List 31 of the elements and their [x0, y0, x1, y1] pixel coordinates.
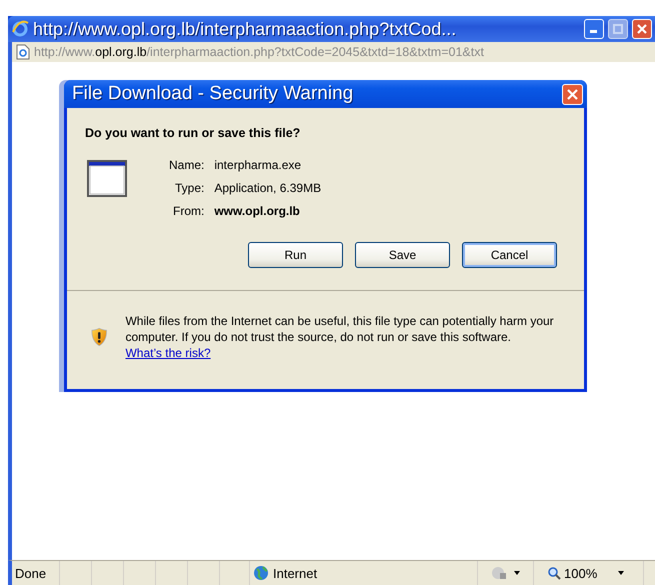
field-label: Type:: [174, 181, 204, 195]
field-label: From:: [172, 204, 204, 218]
globe-icon: [253, 565, 269, 581]
zoom-icon: [548, 566, 561, 580]
warning-message: While files from the Internet can be useful, this file type can potentially harm your computer. If you do not trust the source, do not run or save this software. What’s the risk?: [125, 313, 555, 361]
maximize-icon: [613, 24, 623, 34]
close-icon: [637, 24, 647, 34]
close-icon: [567, 88, 578, 100]
dialog-question: Do you want to run or save this file?: [84, 125, 302, 140]
caret-icon: [618, 571, 624, 575]
lock-icon: [492, 566, 508, 580]
page-icon: [16, 44, 30, 60]
status-text: Done: [12, 561, 60, 585]
application-window-icon: [87, 160, 127, 197]
risk-link[interactable]: What’s the risk?: [125, 346, 211, 360]
field-value: interpharma.exe: [214, 158, 302, 172]
dialog-button[interactable]: Cancel: [462, 242, 557, 268]
window-title: http://www.opl.org.lb/interpharmaaction.php?txtCod...: [33, 18, 458, 40]
minimize-button[interactable]: [584, 19, 604, 39]
close-button[interactable]: [562, 84, 583, 104]
field-label: Name:: [169, 158, 204, 172]
close-button[interactable]: [632, 19, 652, 39]
browser-logo-icon: [11, 20, 29, 38]
field-value: Application, 6.39MB: [214, 181, 322, 195]
field-value: www.opl.org.lb: [214, 204, 301, 218]
dialog-button[interactable]: Run: [248, 242, 343, 268]
zone-text: Internet: [273, 566, 318, 580]
caret-icon: [514, 571, 520, 575]
zoom-button[interactable]: 100%: [534, 561, 644, 585]
dialog-button[interactable]: Save: [355, 242, 450, 268]
dialog-title: File Download - Security Warning: [72, 83, 354, 105]
